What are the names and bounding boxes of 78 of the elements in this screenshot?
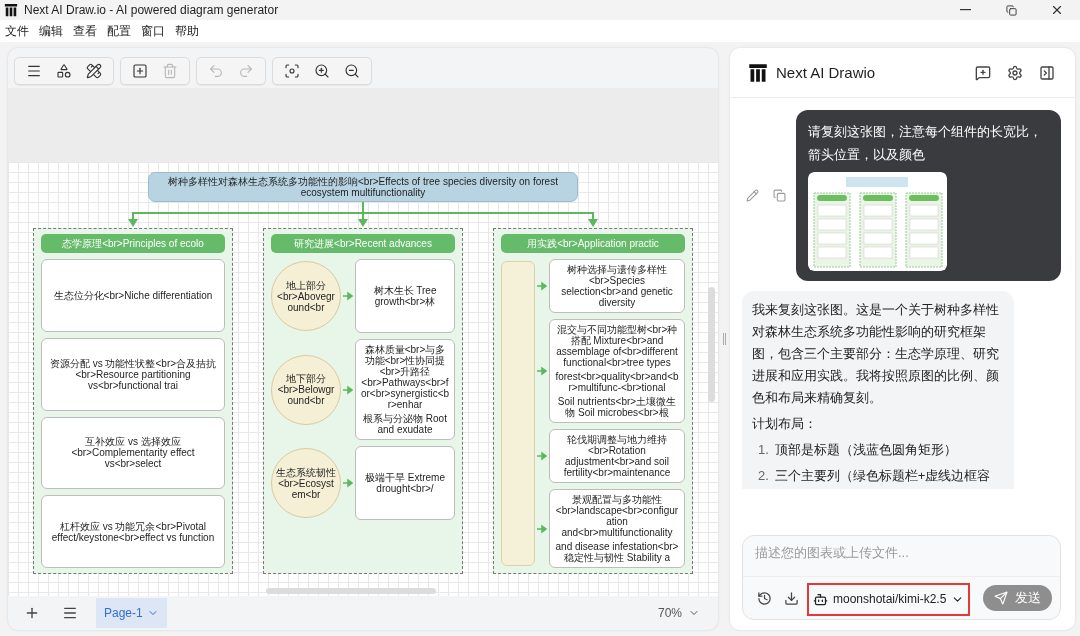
node-label: 森林质量<br>与多功能<br>性协同提<br>升路径<br>Pathways<br>for<br>synergistic<br>enhar — [360, 344, 450, 410]
chat-input-field[interactable]: 描述您的图表或上传文件... — [743, 536, 1060, 576]
node-label: 资源分配 vs 功能性状整<br>合及拮抗<br>Resource partitioning vs<br>functional trai — [48, 357, 218, 391]
node-label: Soil nutrients<br>土壤微生物 Soil microbes<br>根 — [556, 396, 678, 418]
menu-icon — [62, 605, 78, 621]
title-node: 树种多样性对森林生态系统多功能性的影响<br>Effects of tree species diversity on forest ecosystem multifunctionality — [148, 172, 578, 202]
download-icon — [784, 590, 799, 606]
arrow-icon — [343, 384, 353, 395]
vertical-scrollbar[interactable] — [708, 287, 715, 402]
node-label: 杠杆效应 vs 功能冗余<br>Pivotal effect/keystone<br>effect vs function — [50, 520, 216, 543]
menu-item[interactable]: 查看 — [73, 23, 97, 39]
node-label: 树种选择与遗传多样性<br>Species selection<br>and genetic diversity — [560, 264, 674, 308]
menu-item[interactable]: 窗口 — [141, 23, 165, 39]
copy-icon — [773, 189, 786, 202]
model-selector[interactable]: moonshotai/kimi-k2.5 — [811, 589, 967, 609]
list-number: 2. — [758, 467, 769, 485]
node-label: forest<br>quality<br>and<br>multifunc-<br>tional — [554, 371, 680, 393]
arrow-icon — [537, 451, 547, 461]
focus-icon — [284, 63, 300, 79]
page-tab[interactable]: Page-1 — [96, 598, 167, 628]
menu-item[interactable]: 帮助 — [175, 23, 199, 39]
plus-square-icon — [132, 63, 148, 79]
connector-line — [362, 202, 364, 215]
node-label: 景观配置与多功能性<br>landscape<br>configuration and<br>multifunctionality — [554, 494, 680, 538]
message-plus-icon — [975, 64, 991, 81]
message-paragraph: 计划布局： — [752, 415, 818, 433]
trash-icon — [162, 63, 178, 79]
node-label: 混交与不同功能型树<br>种搭配 Mixture<br>and assemblage of<br>different functional<br>tree types — [555, 324, 679, 368]
arrow-icon — [537, 281, 547, 291]
node-label: 轮伐期调整与地力维持<br>Rotation adjustment<br>and soil fertility<br>maintenance — [562, 434, 672, 478]
node-label: 根系与分泌物 Root and exudate — [362, 413, 448, 435]
history-icon — [757, 590, 772, 606]
arrow-icon — [537, 523, 547, 534]
node-label: 生态位分化<br>Niche differentiation — [52, 289, 214, 301]
logo-icon — [4, 3, 18, 17]
menu-icon — [26, 63, 42, 79]
settings-icon — [1007, 64, 1023, 81]
zoom-in-icon — [314, 63, 330, 79]
menu-item[interactable]: 配置 — [107, 23, 131, 39]
list-number: 1. — [758, 441, 769, 459]
pencil-icon — [746, 189, 759, 202]
column-header: 研究进展<br>Recent advances — [271, 234, 455, 253]
window-title: Next AI Draw.io - AI powered diagram generator — [24, 3, 280, 17]
circle-node: 地下部分<br>Belowground<br — [271, 354, 341, 425]
zoom-select[interactable]: 70% — [651, 605, 706, 621]
plus-icon — [24, 605, 40, 621]
node-label: 树木生长 Tree growth<br>林 — [372, 285, 438, 307]
menu-item[interactable]: 文件 — [5, 23, 29, 39]
undo-icon — [208, 63, 224, 79]
message-paragraph: 我来复刻这张图。这是一个关于树种多样性对森林生态系统多功能性影响的研究框架图，包含三个主要部分：生态学原理、研究进展和应用实践。我将按照原图的比例、颜色和布局来精确复刻。 — [752, 301, 1000, 407]
node-label: 互补效应 vs 选择效应<br>Complementarity effect vs<br>select — [70, 436, 196, 470]
splitter-handle[interactable] — [722, 333, 726, 345]
list-item-text: 顶部是标题（浅蓝色圆角矩形） — [774, 441, 957, 459]
panel-icon — [1039, 64, 1055, 81]
arrow-icon — [537, 366, 547, 376]
zoom-out-icon — [344, 63, 360, 79]
menu-item[interactable]: 编辑 — [39, 23, 63, 39]
pencil-ruler-icon — [86, 63, 102, 79]
shapes-icon — [56, 63, 72, 79]
send-icon — [994, 591, 1008, 605]
column-header: 态学原理<br>Principles of ecolo — [41, 234, 225, 253]
column-header: 用实践<br>Application practic — [501, 234, 685, 253]
horizontal-scrollbar[interactable] — [266, 588, 436, 594]
node-label: 极端干旱 Extreme drought<br>/ — [364, 472, 446, 494]
brand-name: Next AI Drawio — [776, 64, 877, 81]
node-label: and disease infestation<br>稳定性与韧性 Stability a — [554, 541, 680, 563]
circle-node: 生态系统韧性<br>Ecosystem<br — [271, 448, 341, 518]
brand-logo-icon — [748, 62, 768, 83]
arrow-icon — [343, 478, 353, 488]
minimize-icon — [959, 9, 971, 11]
list-item-text: 三个主要列（绿色标题栏+虚线边框容 — [774, 467, 991, 485]
close-icon — [1050, 3, 1064, 17]
message-text: 请复刻这张图，注意每个组件的长宽比，箭头位置，以及颜色 — [808, 123, 1043, 164]
circle-node: 地上部分<br>Aboveground<br — [271, 261, 341, 331]
redo-icon — [238, 63, 254, 79]
bot-icon — [813, 591, 828, 607]
restore-icon — [1005, 4, 1017, 16]
arrow-icon — [343, 291, 353, 301]
